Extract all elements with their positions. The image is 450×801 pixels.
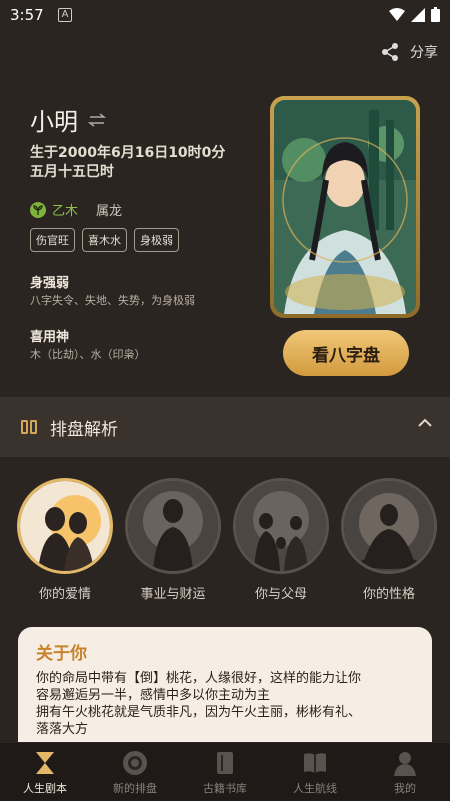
- analysis-section-header[interactable]: 排盘解析: [0, 397, 450, 457]
- parents-illustration: [236, 481, 326, 571]
- view-bazi-button[interactable]: 看八字盘: [283, 330, 409, 376]
- status-icons: [389, 7, 440, 22]
- tab-life-script[interactable]: 人生剧本: [0, 743, 90, 801]
- birth-lunar: 五月十五巳时: [30, 164, 114, 180]
- about-line: 落落大方: [36, 722, 89, 737]
- section-title: 排盘解析: [50, 419, 118, 440]
- book-icon: [217, 752, 233, 774]
- topic-parents[interactable]: [233, 478, 329, 574]
- signal-icon: [411, 7, 425, 22]
- trait-tag: 喜木水: [82, 228, 127, 252]
- birth-solar: 生于2000年6月16日10时0分: [30, 145, 226, 161]
- career-illustration: [128, 481, 218, 571]
- zodiac-label: 属龙: [96, 204, 123, 219]
- battery-icon: [431, 7, 440, 22]
- chevron-up-icon[interactable]: [416, 417, 434, 429]
- portrait-image: [274, 100, 416, 314]
- love-illustration: [20, 481, 110, 571]
- personality-illustration: [344, 481, 434, 571]
- topic-parents-label: 你与父母: [254, 587, 307, 602]
- bottom-tab-bar: 人生剧本 新的排盘 古籍书库 人生航线 我的: [0, 742, 450, 801]
- swap-icon[interactable]: [88, 112, 106, 127]
- topic-personality[interactable]: [341, 478, 437, 574]
- tab-mine[interactable]: 我的: [360, 743, 450, 801]
- trait-tag: 身极弱: [134, 228, 179, 252]
- about-line: 拥有午火桃花就是气质非凡，因为午火主丽，彬彬有礼、: [36, 705, 362, 720]
- compass-icon: [123, 751, 147, 775]
- tab-new-chart[interactable]: 新的排盘: [90, 743, 180, 801]
- tab-label: 新的排盘: [113, 782, 157, 795]
- about-line: 你的命局中带有【倒】桃花，人缘很好，这样的能力让你: [36, 671, 362, 686]
- about-line: 容易邂逅另一半，感情中多以你主动为主: [36, 688, 271, 703]
- tab-life-route[interactable]: 人生航线: [270, 743, 360, 801]
- topic-love-label: 你的爱情: [38, 587, 91, 602]
- wifi-icon: [389, 7, 405, 21]
- person-icon: [394, 752, 416, 776]
- open-book-icon: [304, 753, 326, 773]
- topic-personality-label: 你的性格: [362, 587, 415, 602]
- notification-a-icon: A: [58, 8, 72, 22]
- about-panel: 关于你 你的命局中带有【倒】桃花，人缘很好，这样的能力让你 容易邂逅另一半，感情…: [18, 627, 432, 747]
- tab-label: 人生航线: [293, 782, 337, 795]
- trait-tag: 伤官旺: [30, 228, 75, 252]
- about-title: 关于你: [36, 644, 87, 664]
- hourglass-icon: [36, 752, 54, 774]
- wuxing-label: 乙木: [52, 204, 79, 219]
- topic-circles: 你的爱情 事业与财运 你与父母 你的性格: [0, 478, 450, 608]
- tab-label: 人生剧本: [23, 782, 67, 795]
- status-time: 3:57: [10, 6, 44, 24]
- strength-desc: 八字失令、失地、失势，为身极弱: [30, 294, 195, 307]
- portrait-card[interactable]: [270, 96, 420, 318]
- tab-label: 古籍书库: [203, 782, 247, 795]
- trait-tags: 伤官旺 喜木水 身极弱: [30, 228, 179, 252]
- tab-library[interactable]: 古籍书库: [180, 743, 270, 801]
- sprout-icon: [30, 201, 46, 218]
- name-row: 小明: [30, 102, 106, 137]
- share-label: 分享: [410, 45, 438, 61]
- favorable-title: 喜用神: [30, 330, 70, 345]
- share-button[interactable]: 分享: [380, 42, 438, 62]
- topic-career[interactable]: [125, 478, 221, 574]
- topic-career-label: 事业与财运: [140, 587, 206, 602]
- topic-love[interactable]: [17, 478, 113, 574]
- favorable-desc: 木（比劫）、水（印枭）: [30, 348, 146, 361]
- tab-label: 我的: [394, 782, 416, 795]
- status-bar: 3:57 A: [0, 0, 450, 32]
- book-icon: [21, 420, 37, 434]
- strength-title: 身强弱: [30, 276, 70, 291]
- wuxing-row: 乙木 属龙: [30, 200, 122, 219]
- share-icon: [382, 43, 398, 61]
- profile-name: 小明: [30, 108, 78, 136]
